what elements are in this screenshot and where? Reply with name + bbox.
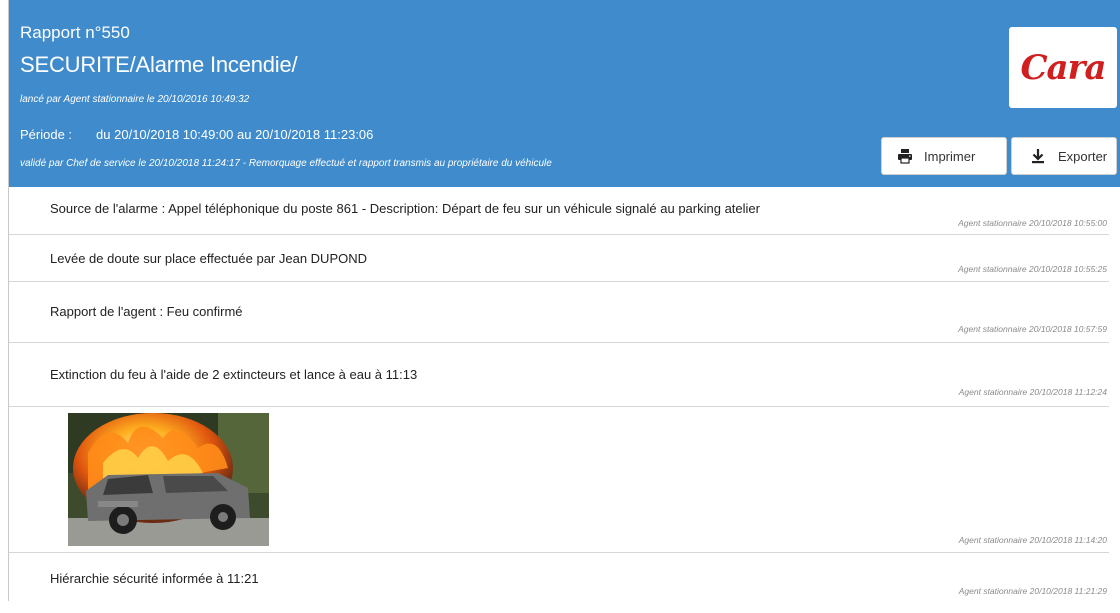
list-item: Source de l'alarme : Appel téléphonique …	[9, 187, 1109, 235]
logo-text: Cara	[1020, 47, 1106, 88]
report-title: SECURITE/Alarme Incendie/	[20, 52, 298, 77]
entry-timestamp: Agent stationnaire 20/10/2018 10:55:00	[958, 218, 1107, 228]
download-icon	[1028, 146, 1048, 166]
period-label: Période :	[20, 127, 73, 142]
list-item: Rapport de l'agent : Feu confirmé Agent …	[9, 282, 1109, 343]
entry-timestamp: Agent stationnaire 20/10/2018 11:21:29	[958, 586, 1107, 596]
entry-timestamp: Agent stationnaire 20/10/2018 11:12:24	[958, 387, 1107, 397]
launched-by-text: lancé par Agent stationnaire le 20/10/20…	[20, 94, 250, 105]
entry-text: Source de l'alarme : Appel téléphonique …	[50, 201, 760, 216]
export-button[interactable]: Exporter	[1011, 137, 1117, 175]
period: Période : du 20/10/2018 10:49:00 au 20/10…	[20, 127, 373, 142]
entry-timestamp: Agent stationnaire 20/10/2018 10:57:59	[958, 324, 1107, 334]
entry-timestamp: Agent stationnaire 20/10/2018 10:55:25	[958, 264, 1107, 274]
entry-text: Extinction du feu à l'aide de 2 extincte…	[50, 367, 418, 382]
printer-icon	[895, 146, 915, 166]
report-header: Rapport n°550 SECURITE/Alarme Incendie/ …	[9, 0, 1120, 187]
print-button[interactable]: Imprimer	[881, 137, 1007, 175]
list-item: Hiérarchie sécurité informée à 11:21 Age…	[9, 553, 1109, 613]
entry-timestamp: Agent stationnaire 20/10/2018 11:14:20	[958, 535, 1107, 545]
company-logo: Cara	[1009, 27, 1117, 108]
entry-text: Levée de doute sur place effectuée par J…	[50, 251, 368, 266]
period-value: du 20/10/2018 10:49:00 au 20/10/2018 11:…	[96, 127, 374, 142]
export-button-label: Exporter	[1058, 148, 1108, 164]
entry-text: Rapport de l'agent : Feu confirmé	[50, 304, 243, 319]
report-number: Rapport n°550	[20, 23, 130, 42]
print-button-label: Imprimer	[924, 148, 976, 164]
list-item: Extinction du feu à l'aide de 2 extincte…	[9, 343, 1109, 407]
entry-text: Hiérarchie sécurité informée à 11:21	[50, 571, 259, 586]
list-item: Levée de doute sur place effectuée par J…	[9, 235, 1109, 282]
burning-car-photo[interactable]	[68, 413, 269, 546]
validated-by-text: validé par Chef de service le 20/10/2018…	[20, 158, 552, 169]
